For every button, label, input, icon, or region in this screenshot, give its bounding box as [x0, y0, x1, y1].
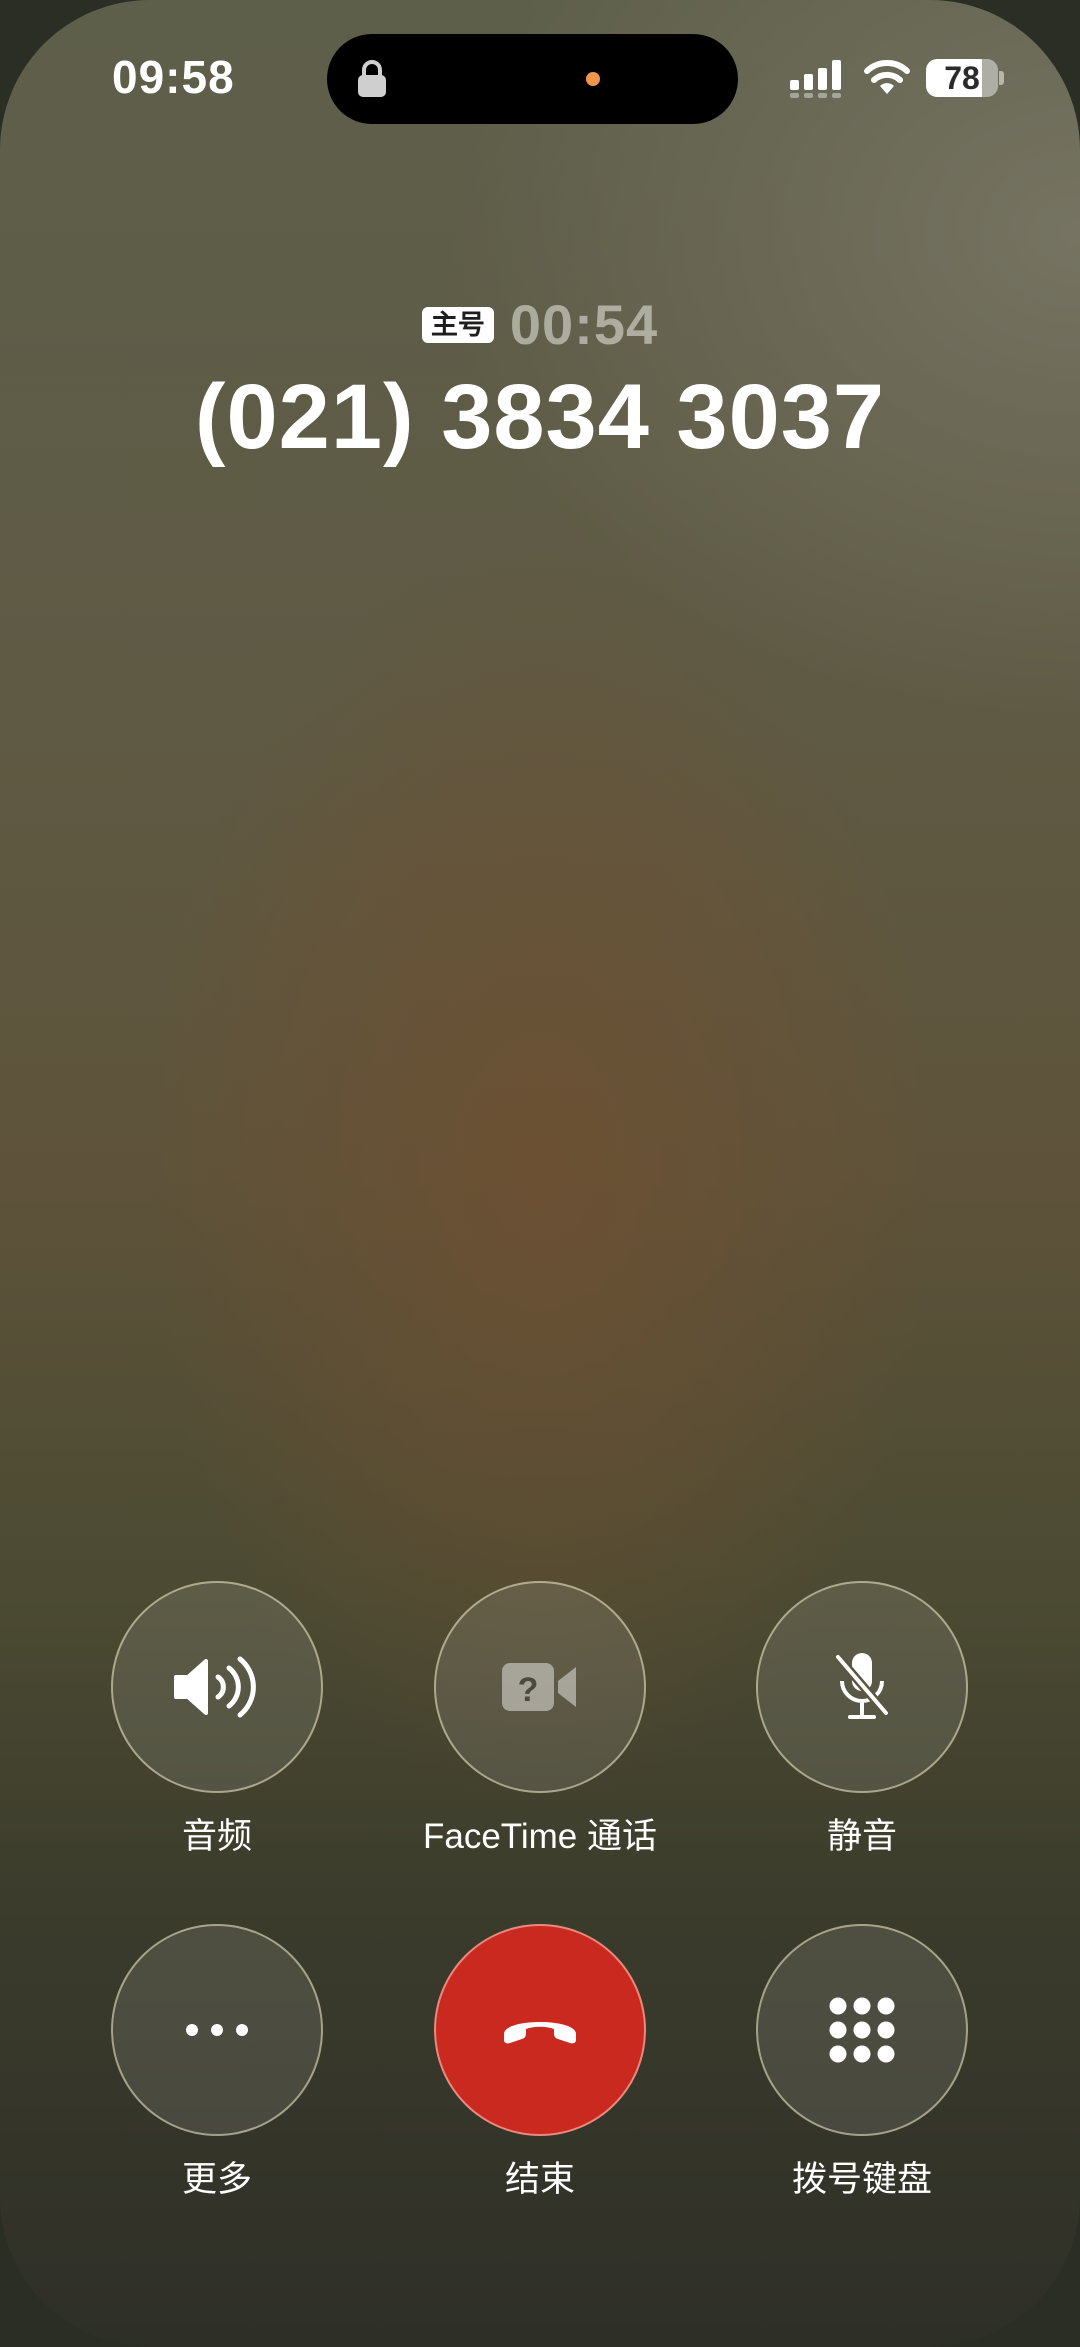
- end-call-button[interactable]: [434, 1924, 646, 2136]
- more-button[interactable]: [111, 1924, 323, 2136]
- facetime-video-icon: ?: [502, 1663, 576, 1711]
- sim-line-badge: 主号: [421, 306, 494, 343]
- mic-off-icon: [834, 1653, 890, 1719]
- speaker-icon: [174, 1656, 256, 1718]
- end-call-label: 结束: [504, 2160, 575, 2199]
- facetime-button[interactable]: ?: [434, 1581, 646, 1793]
- lock-icon: [358, 60, 386, 97]
- call-duration: 00:54: [509, 293, 659, 356]
- call-screen: 09:58 78 主号 00:54 (021) 3834 3037 音频 ? F…: [0, 0, 1080, 2347]
- more-label: 更多: [181, 2160, 252, 2199]
- signal-icon: [790, 60, 841, 98]
- facetime-label: FaceTime 通话: [422, 1817, 657, 1856]
- caller-number: (021) 3834 3037: [194, 366, 886, 468]
- keypad-icon: [829, 1997, 895, 2063]
- svg-text:?: ?: [518, 1671, 539, 1709]
- call-subheader: 主号 00:54: [0, 292, 1080, 357]
- more-dots-icon: [186, 2024, 248, 2036]
- mute-button[interactable]: [756, 1581, 968, 1793]
- wifi-icon: [864, 60, 910, 94]
- mic-in-use-indicator: [586, 72, 600, 86]
- mute-label: 静音: [826, 1817, 897, 1856]
- status-time: 09:58: [112, 51, 235, 103]
- battery-level: 78: [944, 60, 980, 96]
- keypad-label: 拨号键盘: [791, 2160, 932, 2199]
- battery-icon: 78: [926, 59, 1004, 97]
- audio-button[interactable]: [111, 1581, 323, 1793]
- dynamic-island: [327, 34, 738, 124]
- keypad-button[interactable]: [756, 1924, 968, 2136]
- hang-up-icon: [504, 2022, 576, 2044]
- audio-label: 音频: [181, 1817, 252, 1856]
